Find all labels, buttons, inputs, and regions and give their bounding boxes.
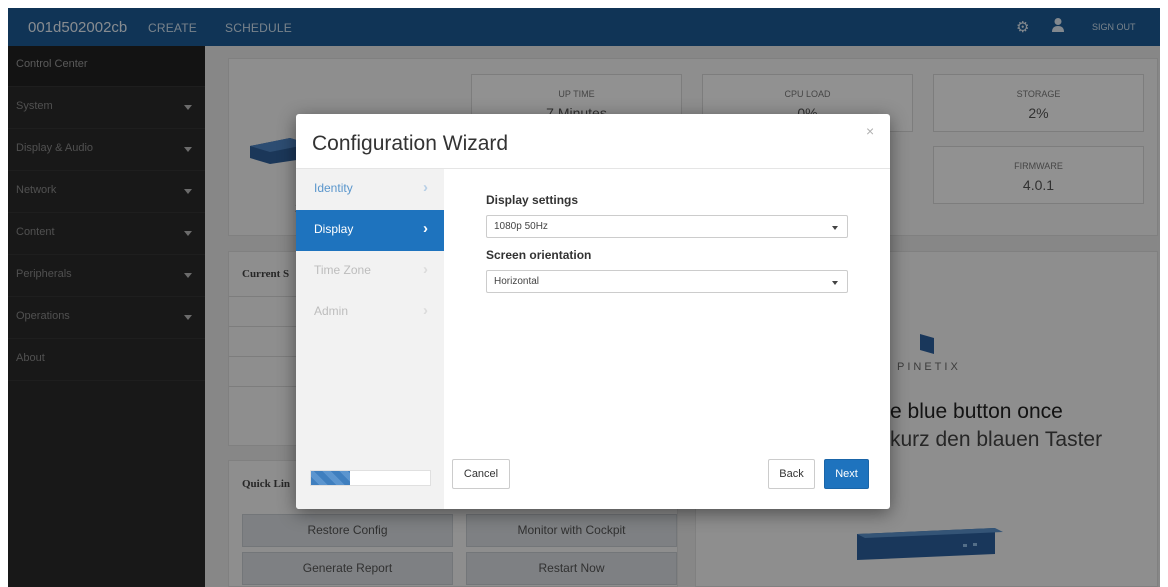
step-label: Display <box>314 222 354 236</box>
next-button[interactable]: Next <box>824 459 869 489</box>
chevron-right-icon: › <box>423 220 428 237</box>
step-label: Time Zone <box>314 263 371 277</box>
step-identity[interactable]: Identity › <box>296 169 444 210</box>
dialog-title: Configuration Wizard <box>312 132 509 155</box>
close-icon[interactable]: × <box>866 123 874 139</box>
step-time-zone[interactable]: Time Zone › <box>296 251 444 292</box>
wizard-progress-bar <box>310 470 431 486</box>
screen-orientation-label: Screen orientation <box>486 248 592 262</box>
step-display[interactable]: Display › <box>296 210 444 251</box>
caret-down-icon <box>832 226 838 230</box>
step-label: Identity <box>314 181 353 195</box>
step-label: Admin <box>314 304 349 318</box>
chevron-right-icon: › <box>423 302 428 319</box>
caret-down-icon <box>832 281 838 285</box>
configuration-wizard-dialog: Configuration Wizard × Identity › Displa… <box>296 114 890 509</box>
progress-fill <box>311 471 351 485</box>
display-settings-label: Display settings <box>486 193 579 207</box>
back-button[interactable]: Back <box>768 459 815 489</box>
chevron-right-icon: › <box>423 179 428 196</box>
screen-orientation-select[interactable]: Horizontal <box>486 270 848 293</box>
step-admin[interactable]: Admin › <box>296 292 444 333</box>
select-value: 1080p 50Hz <box>494 221 548 232</box>
chevron-right-icon: › <box>423 261 428 278</box>
wizard-steps: Identity › Display › Time Zone › Admin › <box>296 169 444 509</box>
cancel-button[interactable]: Cancel <box>452 459 510 489</box>
app-root: 001d502002cb CREATE SCHEDULE ⚙ SIGN OUT … <box>8 8 1160 587</box>
display-settings-select[interactable]: 1080p 50Hz <box>486 215 848 238</box>
select-value: Horizontal <box>494 276 540 287</box>
